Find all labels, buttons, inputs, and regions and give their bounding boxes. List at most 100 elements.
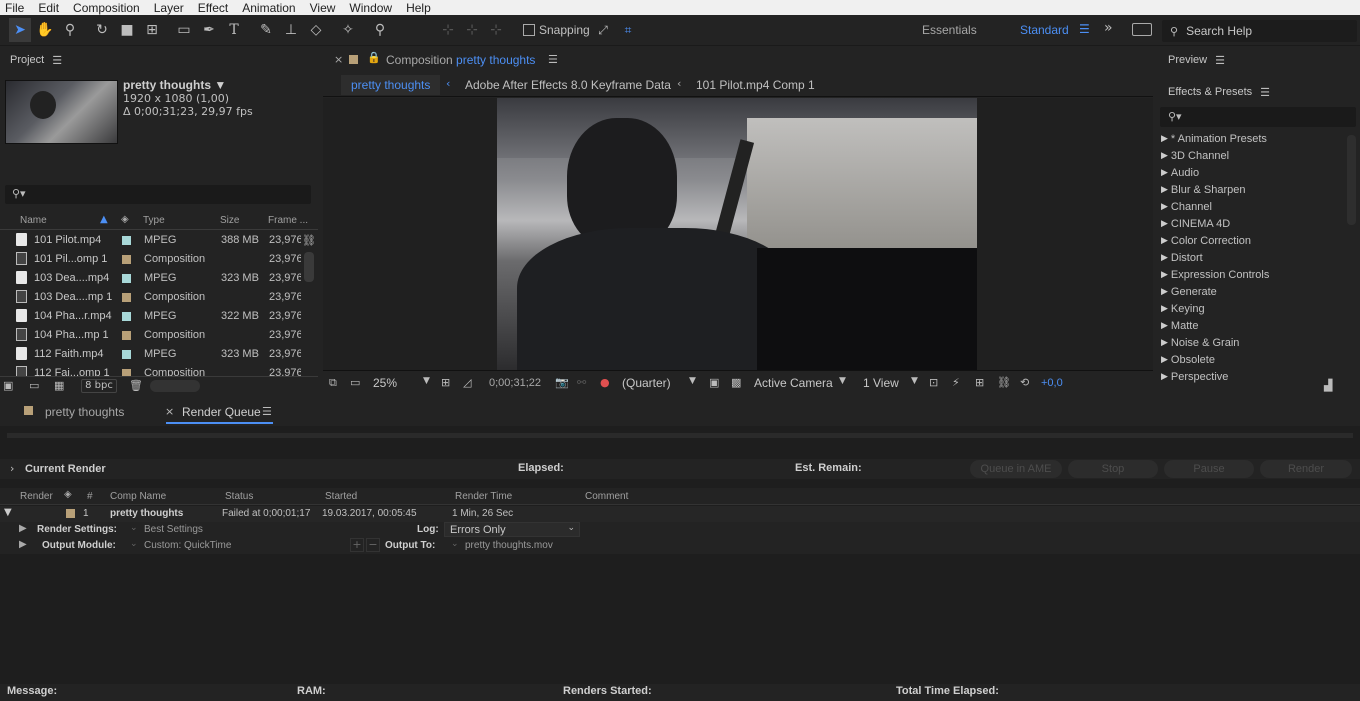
sort-ascending-icon[interactable]: ▲ (100, 214, 108, 225)
type-tool-icon[interactable]: T (223, 18, 245, 42)
effects-category[interactable]: ▶ Noise & Grain (1161, 334, 1239, 351)
channel-icon[interactable]: ● (600, 376, 610, 389)
chevron-down-icon[interactable]: ⌄ (451, 539, 459, 549)
display-icon[interactable]: ▭ (350, 376, 360, 389)
column-comp-name[interactable]: Comp Name (110, 491, 166, 502)
fast-previews-icon[interactable]: ⚡ (952, 376, 960, 389)
lock-icon[interactable]: 🔒 (367, 51, 381, 64)
menu-edit[interactable]: Edit (38, 1, 59, 15)
effects-category[interactable]: ▶ Blur & Sharpen (1161, 181, 1246, 198)
menu-window[interactable]: Window (349, 1, 392, 15)
project-hscroll[interactable] (150, 380, 200, 392)
render-settings-value[interactable]: Best Settings (144, 524, 203, 535)
project-row-label-swatch[interactable] (122, 312, 131, 321)
project-row-label-swatch[interactable] (122, 274, 131, 283)
add-output-module-button[interactable]: + (350, 538, 364, 552)
new-folder-icon[interactable]: ▟ (1324, 379, 1332, 392)
project-row-label-swatch[interactable] (122, 331, 131, 340)
puppet-pin-tool-icon[interactable]: ⚲ (369, 18, 391, 42)
effects-category[interactable]: ▶ Matte (1161, 317, 1198, 334)
close-tab-icon[interactable]: × (334, 53, 343, 66)
safe-margins-icon[interactable]: ⊞ (441, 376, 450, 389)
camera-select[interactable]: Active Camera (754, 376, 833, 390)
column-type[interactable]: Type (143, 215, 165, 226)
panel-menu-icon[interactable]: ☰ (262, 405, 272, 418)
menu-view[interactable]: View (310, 1, 336, 15)
reset-exposure-icon[interactable]: ⟲ (1020, 376, 1029, 389)
effects-scrollbar[interactable] (1347, 135, 1356, 225)
eraser-tool-icon[interactable]: ◇ (305, 18, 327, 42)
always-preview-icon[interactable]: ⧉ (329, 376, 337, 390)
project-panel-title[interactable]: Project ☰ (10, 47, 62, 73)
timeline-icon[interactable]: ⊞ (975, 376, 984, 389)
stop-button[interactable]: Stop (1068, 460, 1158, 478)
chevron-down-icon[interactable]: ▼ (423, 376, 430, 386)
effects-category[interactable]: ▶ 3D Channel (1161, 147, 1229, 164)
project-row-label-swatch[interactable] (122, 236, 131, 245)
project-row[interactable]: 112 Faith.mp4 MPEG 323 MB 23,976 (0, 345, 301, 364)
project-row[interactable]: 101 Pil...omp 1 Composition 23,976 (0, 250, 301, 269)
view-layout-select[interactable]: 1 View (863, 376, 899, 390)
world-axis-icon[interactable]: ⊹ (461, 18, 483, 42)
column-name[interactable]: Name (20, 215, 47, 226)
effects-category[interactable]: ▶ Expression Controls (1161, 266, 1269, 283)
menu-effect[interactable]: Effect (198, 1, 228, 15)
expand-triangle-icon[interactable]: ▼ (4, 507, 12, 518)
project-row[interactable]: 101 Pilot.mp4 MPEG 388 MB 23,976 (0, 231, 301, 250)
effects-category[interactable]: ▶ Color Correction (1161, 232, 1251, 249)
column-render-time[interactable]: Render Time (455, 491, 512, 502)
effects-category[interactable]: ▶ Keying (1161, 300, 1205, 317)
current-timecode[interactable]: 0;00;31;22 (489, 377, 541, 389)
rectangle-tool-icon[interactable]: ▭ (173, 18, 195, 42)
project-row[interactable]: 104 Pha...r.mp4 MPEG 322 MB 23,976 (0, 307, 301, 326)
trash-icon[interactable]: 🗑 (129, 379, 143, 392)
project-row-label-swatch[interactable] (122, 293, 131, 302)
brush-tool-icon[interactable]: ✎ (255, 18, 277, 42)
project-row[interactable]: 103 Dea....mp 1 Composition 23,976 (0, 288, 301, 307)
output-module-value[interactable]: Custom: QuickTime (144, 540, 231, 551)
menu-composition[interactable]: Composition (73, 1, 140, 15)
column-render[interactable]: Render (20, 491, 53, 502)
item-label-swatch[interactable] (66, 509, 75, 518)
chevron-down-icon[interactable]: ▼ (689, 376, 696, 386)
hand-tool-icon[interactable]: ✋ (34, 18, 56, 42)
breadcrumb-item-pretty-thoughts[interactable]: pretty thoughts (341, 75, 441, 95)
pen-tool-icon[interactable]: ✒ (198, 18, 220, 42)
chevron-down-icon[interactable]: ⌄ (130, 523, 138, 533)
panel-menu-icon[interactable]: ☰ (1215, 54, 1225, 67)
menu-file[interactable]: File (5, 1, 24, 15)
queue-in-ame-button[interactable]: Queue in AME (970, 460, 1062, 478)
local-axis-icon[interactable]: ⊹ (437, 18, 459, 42)
project-row[interactable]: 103 Dea....mp4 MPEG 323 MB 23,976 (0, 269, 301, 288)
effects-category[interactable]: ▶ Distort (1161, 249, 1203, 266)
project-row-label-swatch[interactable] (122, 255, 131, 264)
column-frame[interactable]: Frame ... (268, 215, 308, 226)
effects-search-input[interactable]: ⚲▾ (1160, 107, 1356, 127)
column-number[interactable]: # (87, 491, 93, 502)
close-tab-icon[interactable]: × (165, 405, 174, 418)
preview-title[interactable]: Preview (1168, 54, 1207, 66)
expand-triangle-icon[interactable]: ▶ (19, 539, 27, 550)
project-row[interactable]: 104 Pha...mp 1 Composition 23,976 (0, 326, 301, 345)
project-item-name[interactable]: pretty thoughts ▼ (123, 78, 226, 92)
label-tag-icon[interactable]: ◈ (121, 214, 129, 225)
workspace-overflow-icon[interactable]: » (1104, 20, 1113, 36)
panel-menu-icon[interactable]: ☰ (1260, 86, 1270, 99)
flowchart-icon[interactable]: ⛓ (997, 376, 1011, 389)
breadcrumb-item-pilot-comp[interactable]: 101 Pilot.mp4 Comp 1 (696, 78, 815, 92)
tab-pretty-thoughts[interactable]: pretty thoughts (45, 405, 124, 419)
column-status[interactable]: Status (225, 491, 253, 502)
rotate-tool-icon[interactable]: ↻ (91, 18, 113, 42)
pause-button[interactable]: Pause (1164, 460, 1254, 478)
column-size[interactable]: Size (220, 215, 239, 226)
column-started[interactable]: Started (325, 491, 357, 502)
chevron-down-icon[interactable]: ▼ (839, 376, 846, 386)
zoom-tool-icon[interactable]: ⚲ (59, 18, 81, 42)
new-folder-icon[interactable]: ▭ (29, 379, 39, 392)
region-of-interest-icon[interactable]: ▣ (709, 376, 719, 389)
workspace-standard[interactable]: Standard (1020, 23, 1069, 37)
column-comment[interactable]: Comment (585, 491, 628, 502)
camera-tool-icon[interactable]: ■ (116, 18, 138, 42)
comp-tab-title[interactable]: Composition pretty thoughts (386, 53, 535, 67)
sync-settings-icon[interactable] (1132, 23, 1152, 36)
